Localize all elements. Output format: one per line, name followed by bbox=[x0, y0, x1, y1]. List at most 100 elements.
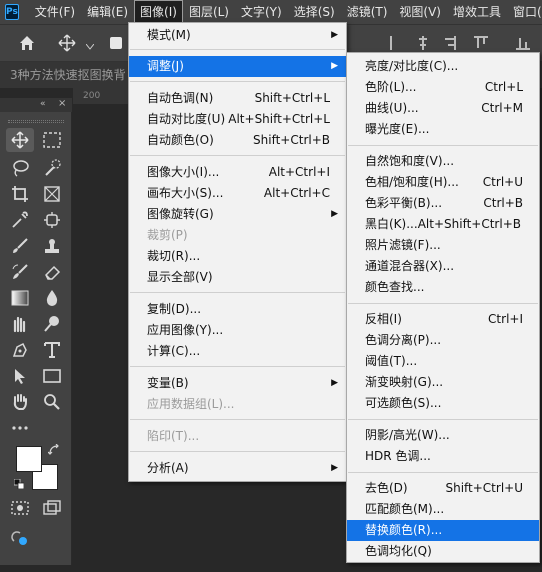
menu-item-color-balance[interactable]: 色彩平衡(B)... Ctrl+B bbox=[347, 193, 539, 214]
menu-select[interactable]: 选择(S) bbox=[288, 0, 341, 24]
grip-icon[interactable] bbox=[8, 120, 64, 123]
align-bottom-icon[interactable] bbox=[516, 36, 530, 50]
menu-item-reveal-all[interactable]: 显示全部(V) bbox=[129, 267, 346, 288]
menu-item-auto-tone[interactable]: 自动色调(N) Shift+Ctrl+L bbox=[129, 88, 346, 109]
spot-heal-icon[interactable] bbox=[38, 208, 66, 232]
submenu-arrow-icon: ▶ bbox=[331, 30, 338, 40]
default-colors-icon[interactable] bbox=[13, 478, 25, 490]
screen-mode-icon[interactable] bbox=[38, 496, 66, 520]
menu-item-brightness-contrast[interactable]: 亮度/对比度(C)... bbox=[347, 56, 539, 77]
menu-item-replace-color[interactable]: 替换颜色(R)... bbox=[347, 520, 539, 541]
path-select-icon[interactable] bbox=[6, 364, 34, 388]
hand-icon[interactable] bbox=[6, 390, 34, 414]
quick-select-icon[interactable] bbox=[38, 156, 66, 180]
menu-window[interactable]: 窗口(W) bbox=[507, 0, 542, 24]
menu-item-variables[interactable]: 变量(B) ▶ bbox=[129, 373, 346, 394]
menu-item-exposure[interactable]: 曝光度(E)... bbox=[347, 119, 539, 140]
move-icon[interactable] bbox=[6, 128, 34, 152]
separator bbox=[348, 419, 538, 420]
menu-item-apply-image[interactable]: 应用图像(Y)... bbox=[129, 320, 346, 341]
stamp-icon[interactable] bbox=[38, 234, 66, 258]
frame-icon[interactable] bbox=[38, 182, 66, 206]
menu-item-match-color[interactable]: 匹配颜色(M)... bbox=[347, 499, 539, 520]
menu-item-auto-contrast[interactable]: 自动对比度(U) Alt+Shift+Ctrl+L bbox=[129, 109, 346, 130]
quick-mask-icon[interactable] bbox=[6, 496, 34, 520]
menu-view[interactable]: 视图(V) bbox=[393, 0, 447, 24]
move-tool-option-icon[interactable] bbox=[58, 34, 76, 52]
pen-icon[interactable] bbox=[6, 338, 34, 362]
rectangle-icon[interactable] bbox=[38, 364, 66, 388]
separator bbox=[348, 303, 538, 304]
menu-item-duplicate[interactable]: 复制(D)... bbox=[129, 299, 346, 320]
menu-type[interactable]: 文字(Y) bbox=[235, 0, 288, 24]
lasso-icon[interactable] bbox=[6, 156, 34, 180]
menu-item-image-size[interactable]: 图像大小(I)... Alt+Ctrl+I bbox=[129, 162, 346, 183]
menu-item-auto-color[interactable]: 自动颜色(O) Shift+Ctrl+B bbox=[129, 130, 346, 151]
type-icon[interactable] bbox=[38, 338, 66, 362]
tools-panel-header[interactable]: « × bbox=[0, 98, 72, 112]
eyedropper-icon[interactable] bbox=[6, 208, 34, 232]
menu-item-canvas-size[interactable]: 画布大小(S)... Alt+Ctrl+C bbox=[129, 183, 346, 204]
align-top-icon[interactable] bbox=[474, 36, 488, 50]
menu-layer[interactable]: 图层(L) bbox=[183, 0, 235, 24]
marquee-icon[interactable] bbox=[38, 128, 66, 152]
separator bbox=[348, 145, 538, 146]
menu-item-color-lookup[interactable]: 颜色查找... bbox=[347, 277, 539, 298]
history-brush-icon[interactable] bbox=[6, 260, 34, 284]
menu-item-invert[interactable]: 反相(I) Ctrl+I bbox=[347, 309, 539, 330]
menu-item-levels[interactable]: 色阶(L)... Ctrl+L bbox=[347, 77, 539, 98]
blur-icon[interactable] bbox=[38, 286, 66, 310]
align-right-icon[interactable] bbox=[442, 36, 456, 50]
align-left-icon[interactable] bbox=[390, 36, 404, 50]
separator bbox=[130, 451, 345, 452]
chevron-down-icon[interactable] bbox=[85, 39, 95, 50]
menu-item-analysis[interactable]: 分析(A) ▶ bbox=[129, 458, 346, 479]
dodge-icon[interactable] bbox=[38, 312, 66, 336]
menu-plugins[interactable]: 增效工具 bbox=[447, 0, 507, 24]
menu-filter[interactable]: 滤镜(T) bbox=[341, 0, 394, 24]
separator bbox=[130, 49, 345, 50]
swap-colors-icon[interactable] bbox=[47, 443, 60, 456]
more-icon[interactable] bbox=[6, 416, 34, 440]
menu-item-equalize[interactable]: 色调均化(Q) bbox=[347, 541, 539, 562]
menu-edit[interactable]: 编辑(E) bbox=[81, 0, 134, 24]
smudge-icon[interactable] bbox=[6, 312, 34, 336]
menu-item-hdr-toning[interactable]: HDR 色调... bbox=[347, 446, 539, 467]
menu-item-adjustments[interactable]: 调整(J) ▶ bbox=[129, 56, 346, 77]
close-icon[interactable]: × bbox=[58, 98, 66, 109]
menu-image[interactable]: 图像(I) bbox=[134, 0, 183, 24]
gradient-icon[interactable] bbox=[6, 286, 34, 310]
menu-item-calculations[interactable]: 计算(C)... bbox=[129, 341, 346, 362]
menu-item-gradient-map[interactable]: 渐变映射(G)... bbox=[347, 372, 539, 393]
submenu-arrow-icon: ▶ bbox=[331, 463, 338, 473]
zoom-icon[interactable] bbox=[38, 390, 66, 414]
home-icon[interactable] bbox=[18, 34, 36, 52]
menu-file[interactable]: 文件(F) bbox=[29, 0, 81, 24]
menu-item-black-white[interactable]: 黑白(K)... Alt+Shift+Ctrl+B bbox=[347, 214, 539, 235]
auto-select-checkbox[interactable] bbox=[110, 37, 122, 49]
foreground-color-swatch[interactable] bbox=[16, 446, 42, 472]
menu-item-curves[interactable]: 曲线(U)... Ctrl+M bbox=[347, 98, 539, 119]
artboard-icon[interactable] bbox=[6, 526, 34, 550]
align-center-icon[interactable] bbox=[416, 36, 430, 50]
photoshop-logo: Ps bbox=[5, 4, 19, 20]
document-tab[interactable]: 3种方法快速抠图换背 bbox=[0, 62, 130, 88]
menu-item-image-rotation[interactable]: 图像旋转(G) ▶ bbox=[129, 204, 346, 225]
menu-item-mode[interactable]: 模式(M) ▶ bbox=[129, 25, 346, 46]
menu-item-selective-color[interactable]: 可选颜色(S)... bbox=[347, 393, 539, 414]
crop-icon[interactable] bbox=[6, 182, 34, 206]
menu-item-shadows-highlights[interactable]: 阴影/高光(W)... bbox=[347, 425, 539, 446]
menu-item-threshold[interactable]: 阈值(T)... bbox=[347, 351, 539, 372]
menu-item-posterize[interactable]: 色调分离(P)... bbox=[347, 330, 539, 351]
menu-item-hue-saturation[interactable]: 色相/饱和度(H)... Ctrl+U bbox=[347, 172, 539, 193]
collapse-icon[interactable]: « bbox=[40, 99, 46, 109]
menu-item-trim[interactable]: 裁切(R)... bbox=[129, 246, 346, 267]
menu-item-desaturate[interactable]: 去色(D) Shift+Ctrl+U bbox=[347, 478, 539, 499]
menu-item-vibrance[interactable]: 自然饱和度(V)... bbox=[347, 151, 539, 172]
menu-item-photo-filter[interactable]: 照片滤镜(F)... bbox=[347, 235, 539, 256]
menu-item-channel-mixer[interactable]: 通道混合器(X)... bbox=[347, 256, 539, 277]
menu-item-apply-data-set: 应用数据组(L)... bbox=[147, 397, 235, 411]
submenu-arrow-icon: ▶ bbox=[331, 209, 338, 219]
eraser-icon[interactable] bbox=[38, 260, 66, 284]
brush-icon[interactable] bbox=[6, 234, 34, 258]
